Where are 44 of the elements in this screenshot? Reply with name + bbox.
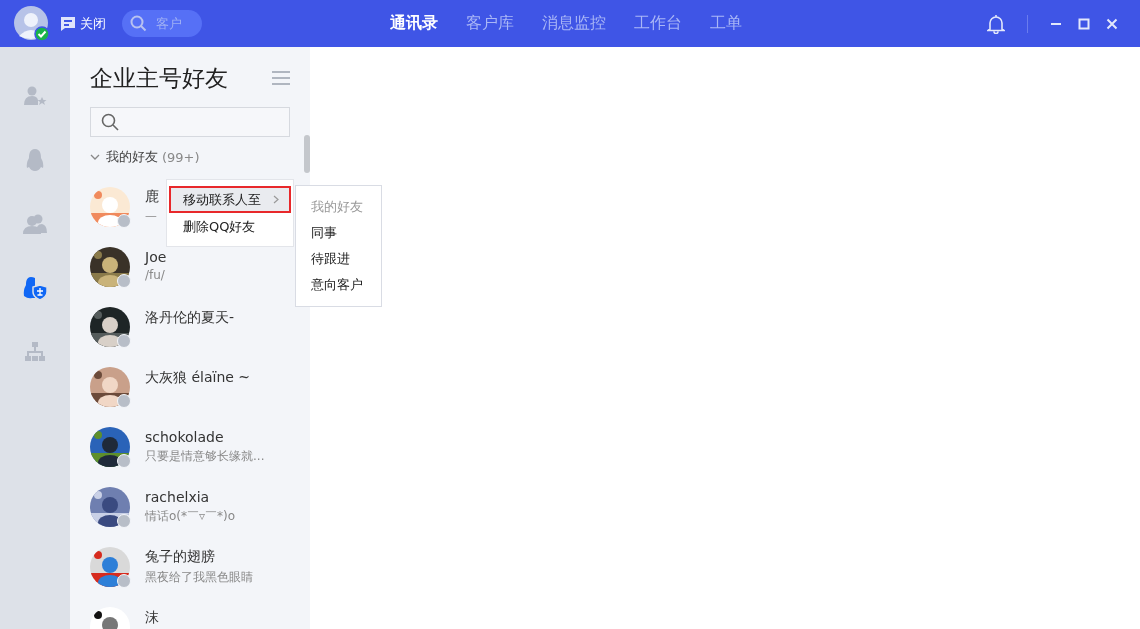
menu-item[interactable]: 删除QQ好友 [169,213,291,240]
contact-name[interactable]: 洛丹伦的夏天- [145,309,235,327]
contact-name[interactable]: 沫 [145,609,159,627]
close-icon[interactable] [1106,17,1118,30]
menu-icon[interactable] [272,71,290,85]
status-dot [117,574,131,588]
contact-star-icon[interactable] [23,84,47,108]
menu-item[interactable]: 待跟进 [296,246,381,272]
contact-name[interactable]: 大灰狼 élaïne ~ [145,369,251,387]
status-dot [117,334,131,348]
contact-signature: 情话o(*￣▿￣*)o [145,508,236,525]
enterprise-contact-icon[interactable] [22,276,48,300]
contact-signature: 只要是情意够长缘就... [145,448,265,465]
scrollbar-thumb[interactable] [304,135,310,173]
contact-name[interactable]: schokolade [145,429,265,445]
status-dot [117,454,131,468]
status-dot [117,394,131,408]
bell-icon[interactable] [987,13,1005,34]
contact-name[interactable]: 鹿 [145,188,159,206]
status-dot [117,214,131,228]
menu-item[interactable]: 移动联系人至 [169,186,291,213]
nav-tab[interactable]: 通讯录 [390,13,438,34]
panel-title: 企业主号好友 [90,63,228,93]
user-avatar-icon[interactable] [14,5,50,42]
menu-item[interactable]: 同事 [296,220,381,246]
contact-signature: 黑夜给了我黑色眼睛 [145,569,253,586]
message-icon [60,15,76,32]
close-button[interactable]: 关闭 [60,14,106,33]
group-label[interactable]: 我的好友 [106,148,158,166]
search-icon [101,113,119,131]
search-field[interactable] [90,107,290,137]
chevron-icon[interactable] [90,153,100,161]
contact-name[interactable]: Joe [145,249,167,265]
contact-name[interactable]: rachelxia [145,489,236,505]
search-icon [130,15,147,32]
contact-signature: /fu/ [145,268,166,282]
search-field[interactable]: 客户 [122,10,202,37]
maximize-icon[interactable] [1078,17,1090,30]
contact-signature: 一 [145,209,158,226]
status-dot [117,514,131,528]
contact-name[interactable]: 兔子的翅膀 [145,548,253,566]
status-dot [117,274,131,288]
menu-item[interactable]: 意向客户 [296,272,381,298]
group-count: (99+) [162,149,200,165]
